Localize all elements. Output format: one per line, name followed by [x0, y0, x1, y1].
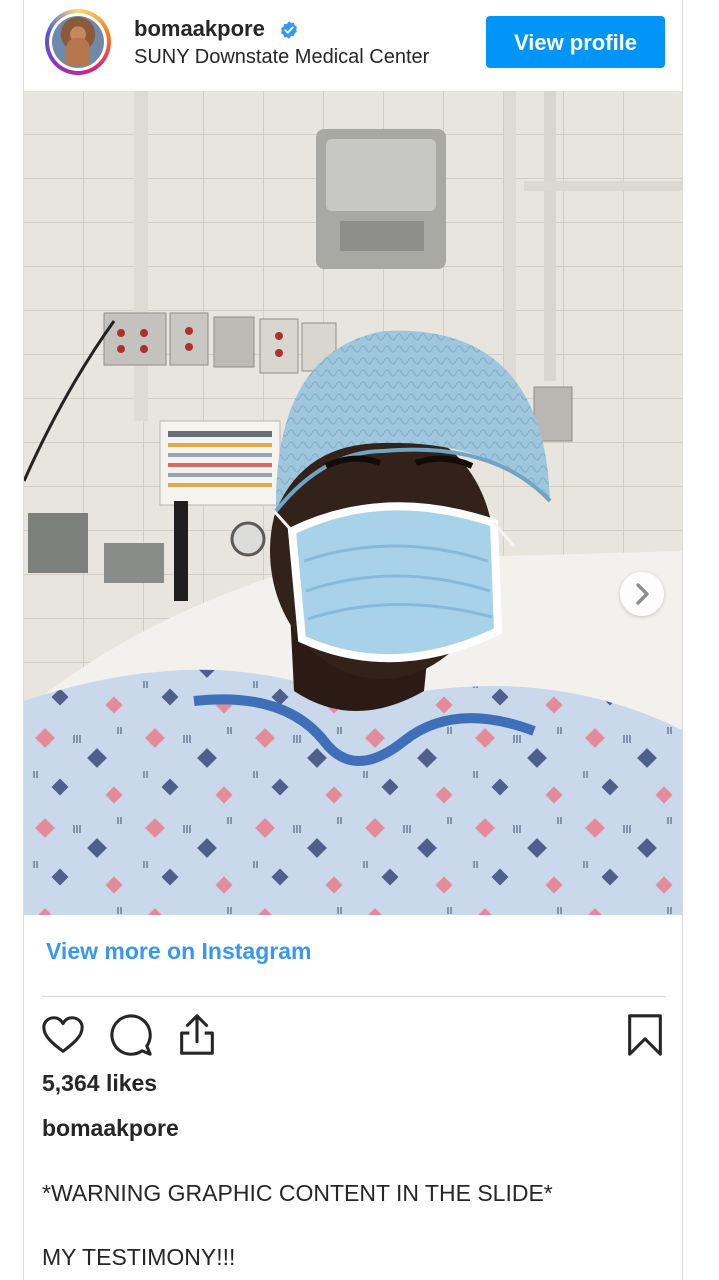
location-link[interactable]: SUNY Downstate Medical Center — [134, 46, 434, 69]
view-profile-button[interactable]: View profile — [486, 16, 665, 68]
username-link[interactable]: bomaakpore — [134, 16, 299, 42]
avatar-image — [52, 16, 104, 68]
avatar[interactable] — [45, 9, 111, 75]
caption-username[interactable]: bomaakpore — [42, 1115, 179, 1142]
share-icon — [180, 1014, 214, 1055]
caption-line-1: *WARNING GRAPHIC CONTENT IN THE SLIDE* — [42, 1180, 553, 1206]
post-photo[interactable] — [24, 91, 682, 915]
likes-count[interactable]: 5,364 likes — [42, 1070, 157, 1097]
share-button[interactable] — [174, 1012, 220, 1058]
next-slide-button[interactable] — [620, 572, 664, 616]
photo-illustration — [24, 91, 682, 915]
comment-button[interactable] — [108, 1012, 154, 1058]
caption-line-2: MY TESTIMONY!!! — [42, 1244, 236, 1270]
heart-icon — [42, 1016, 84, 1053]
bookmark-icon — [628, 1014, 662, 1056]
verified-badge-icon — [281, 21, 297, 39]
view-more-link[interactable]: View more on Instagram — [46, 938, 311, 965]
comment-icon — [110, 1014, 152, 1056]
like-button[interactable] — [40, 1012, 86, 1058]
save-button[interactable] — [622, 1012, 668, 1058]
divider — [42, 996, 666, 997]
chevron-right-icon — [636, 583, 649, 605]
post-header: bomaakpore SUNY Downstate Medical Center… — [24, 0, 682, 90]
instagram-embed-card: bomaakpore SUNY Downstate Medical Center… — [23, 0, 683, 1280]
username-text: bomaakpore — [134, 16, 265, 41]
